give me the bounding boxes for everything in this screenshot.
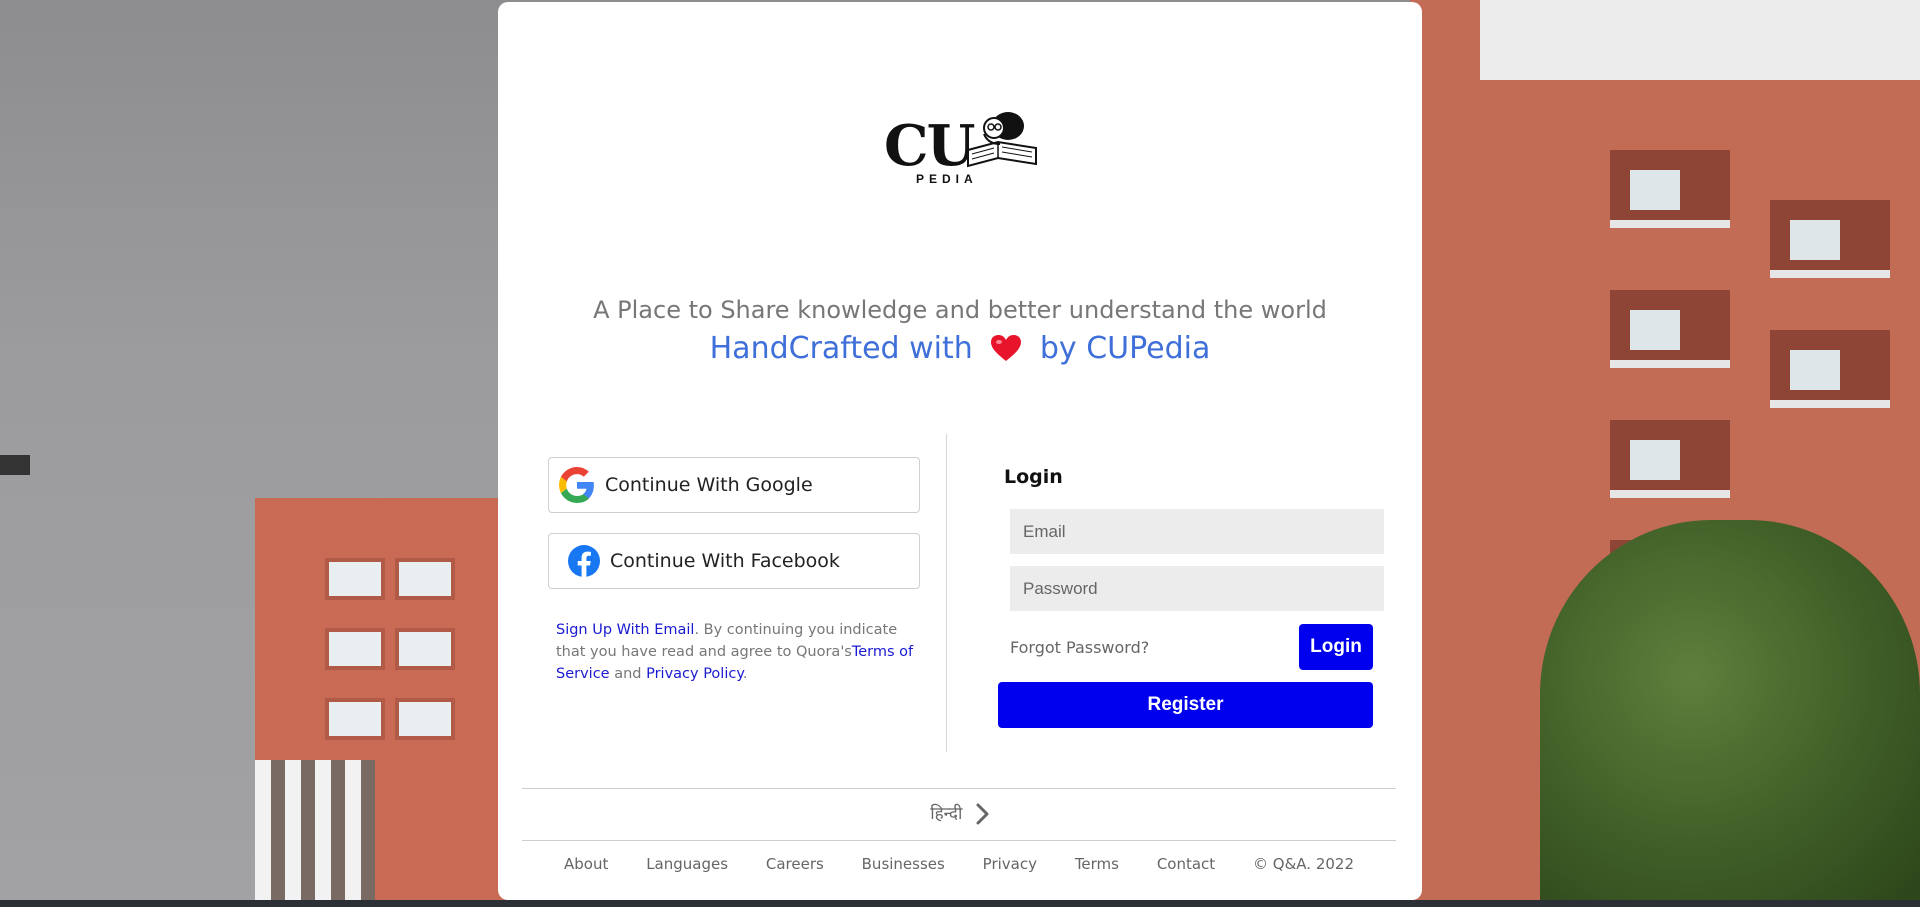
chevron-right-icon xyxy=(976,803,989,825)
footer-link-careers[interactable]: Careers xyxy=(766,855,824,873)
cupedia-logo: CU PEDIA xyxy=(884,110,1040,190)
footer-link-languages[interactable]: Languages xyxy=(646,855,728,873)
building-pillars xyxy=(255,760,375,907)
footer-link-privacy[interactable]: Privacy xyxy=(983,855,1037,873)
facebook-button-label: Continue With Facebook xyxy=(610,550,840,572)
footer-copyright: © Q&A. 2022 xyxy=(1253,855,1354,873)
continue-with-facebook-button[interactable]: Continue With Facebook xyxy=(548,533,920,589)
footer-divider-top xyxy=(522,788,1396,789)
handcrafted-suffix: by CUPedia xyxy=(1039,331,1211,366)
reading-figure-icon xyxy=(967,112,1037,168)
footer-link-businesses[interactable]: Businesses xyxy=(862,855,945,873)
bottom-strip xyxy=(0,900,1920,907)
legal-text-2: and xyxy=(609,666,647,682)
footer-link-about[interactable]: About xyxy=(564,855,608,873)
forgot-password-link[interactable]: Forgot Password? xyxy=(1010,638,1149,657)
signup-with-email-link[interactable]: Sign Up With Email xyxy=(556,622,694,638)
login-heading: Login xyxy=(1004,466,1063,488)
footer-link-terms[interactable]: Terms xyxy=(1075,855,1119,873)
vertical-divider xyxy=(946,434,947,752)
login-button[interactable]: Login xyxy=(1299,624,1373,670)
footer-link-contact[interactable]: Contact xyxy=(1157,855,1215,873)
language-label: हिन्दी xyxy=(930,804,963,824)
email-input[interactable] xyxy=(1010,509,1384,554)
google-icon xyxy=(559,467,594,503)
tree xyxy=(1540,520,1920,907)
tagline: A Place to Share knowledge and better un… xyxy=(593,296,1327,324)
handcrafted-prefix: HandCrafted with xyxy=(709,331,973,366)
continue-with-google-button[interactable]: Continue With Google xyxy=(548,457,920,513)
password-input[interactable] xyxy=(1010,566,1384,611)
legal-text-3: . xyxy=(742,666,748,682)
footer-divider-bottom xyxy=(522,840,1396,841)
privacy-policy-link[interactable]: Privacy Policy xyxy=(646,666,743,682)
login-card: CU PEDIA A Place to Share knowledge and … xyxy=(498,2,1422,900)
lamp-post xyxy=(0,455,30,475)
footer-links: About Languages Careers Businesses Priva… xyxy=(564,855,1354,873)
legal-notice: Sign Up With Email. By continuing you in… xyxy=(556,619,916,685)
right-building-top xyxy=(1480,0,1920,80)
handcrafted-line: HandCrafted with by CUPedia xyxy=(498,331,1422,366)
google-button-label: Continue With Google xyxy=(605,474,813,496)
register-button[interactable]: Register xyxy=(998,682,1373,728)
heart-icon xyxy=(991,334,1022,361)
language-switch[interactable]: हिन्दी xyxy=(498,801,1422,825)
facebook-icon xyxy=(568,545,600,577)
